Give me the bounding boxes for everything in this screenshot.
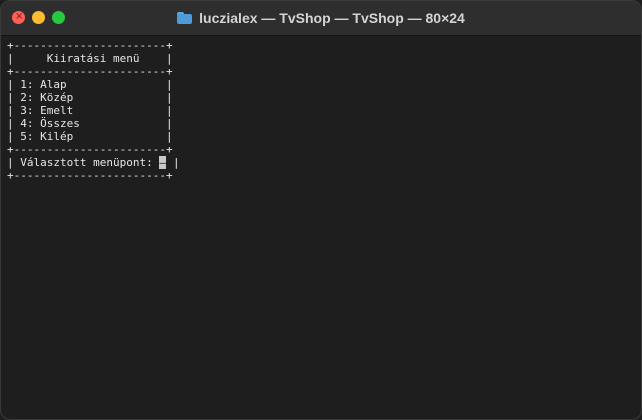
prompt-line: | Választott menüpont: – | bbox=[7, 156, 635, 169]
menu-option-1: | 1: Alap | bbox=[7, 78, 173, 91]
title-bar[interactable]: × luczialex — TvShop — TvShop — 80×24 bbox=[1, 1, 641, 36]
menu-option-5: | 5: Kilép | bbox=[7, 130, 173, 143]
window-title: luczialex — TvShop — TvShop — 80×24 bbox=[199, 10, 465, 26]
prompt-label: | Választott menüpont: bbox=[7, 156, 160, 169]
menu-border-options: +-----------------------+ bbox=[7, 143, 173, 156]
folder-icon bbox=[177, 12, 193, 24]
prompt-border-right: | bbox=[166, 156, 180, 169]
menu-option-2: | 2: Közép | bbox=[7, 91, 173, 104]
menu-border-bottom: +-----------------------+ bbox=[7, 169, 173, 182]
menu-option-4: | 4: Összes | bbox=[7, 117, 173, 130]
menu-border-title: +-----------------------+ bbox=[7, 65, 173, 78]
menu-option-3: | 3: Emelt | bbox=[7, 104, 173, 117]
menu-title: | Kiiratási menü | bbox=[7, 52, 173, 65]
menu-border-top: +-----------------------+ bbox=[7, 39, 173, 52]
window-title-group: luczialex — TvShop — TvShop — 80×24 bbox=[1, 1, 641, 35]
terminal-window: × luczialex — TvShop — TvShop — 80×24 +-… bbox=[0, 0, 642, 420]
terminal-content[interactable]: +-----------------------+ | Kiiratási me… bbox=[7, 39, 635, 419]
